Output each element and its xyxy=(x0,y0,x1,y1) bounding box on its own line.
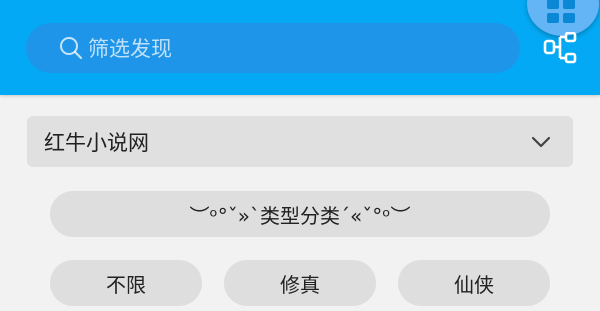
search-bar[interactable]: 筛选发现 xyxy=(26,23,520,73)
source-select[interactable]: 红牛小说网 xyxy=(27,116,573,167)
chevron-down-icon xyxy=(531,136,551,147)
category-section-header: ︶ᵒ°ˇ»ˋ类型分类ˊ«ˇ°ᵒ︶ xyxy=(50,191,550,237)
search-input[interactable]: 筛选发现 xyxy=(88,33,172,63)
category-chip-xianxia[interactable]: 仙侠 xyxy=(398,260,550,306)
grid-icon xyxy=(547,0,575,23)
grid-menu-button[interactable] xyxy=(527,0,599,36)
search-icon xyxy=(60,37,83,60)
app-header: 筛选发现 xyxy=(0,0,600,95)
tree-filter-icon[interactable] xyxy=(543,32,577,64)
category-chip-unlimited[interactable]: 不限 xyxy=(50,260,202,306)
source-select-value: 红牛小说网 xyxy=(44,130,149,155)
category-chip-xiuzhen[interactable]: 修真 xyxy=(224,260,376,306)
